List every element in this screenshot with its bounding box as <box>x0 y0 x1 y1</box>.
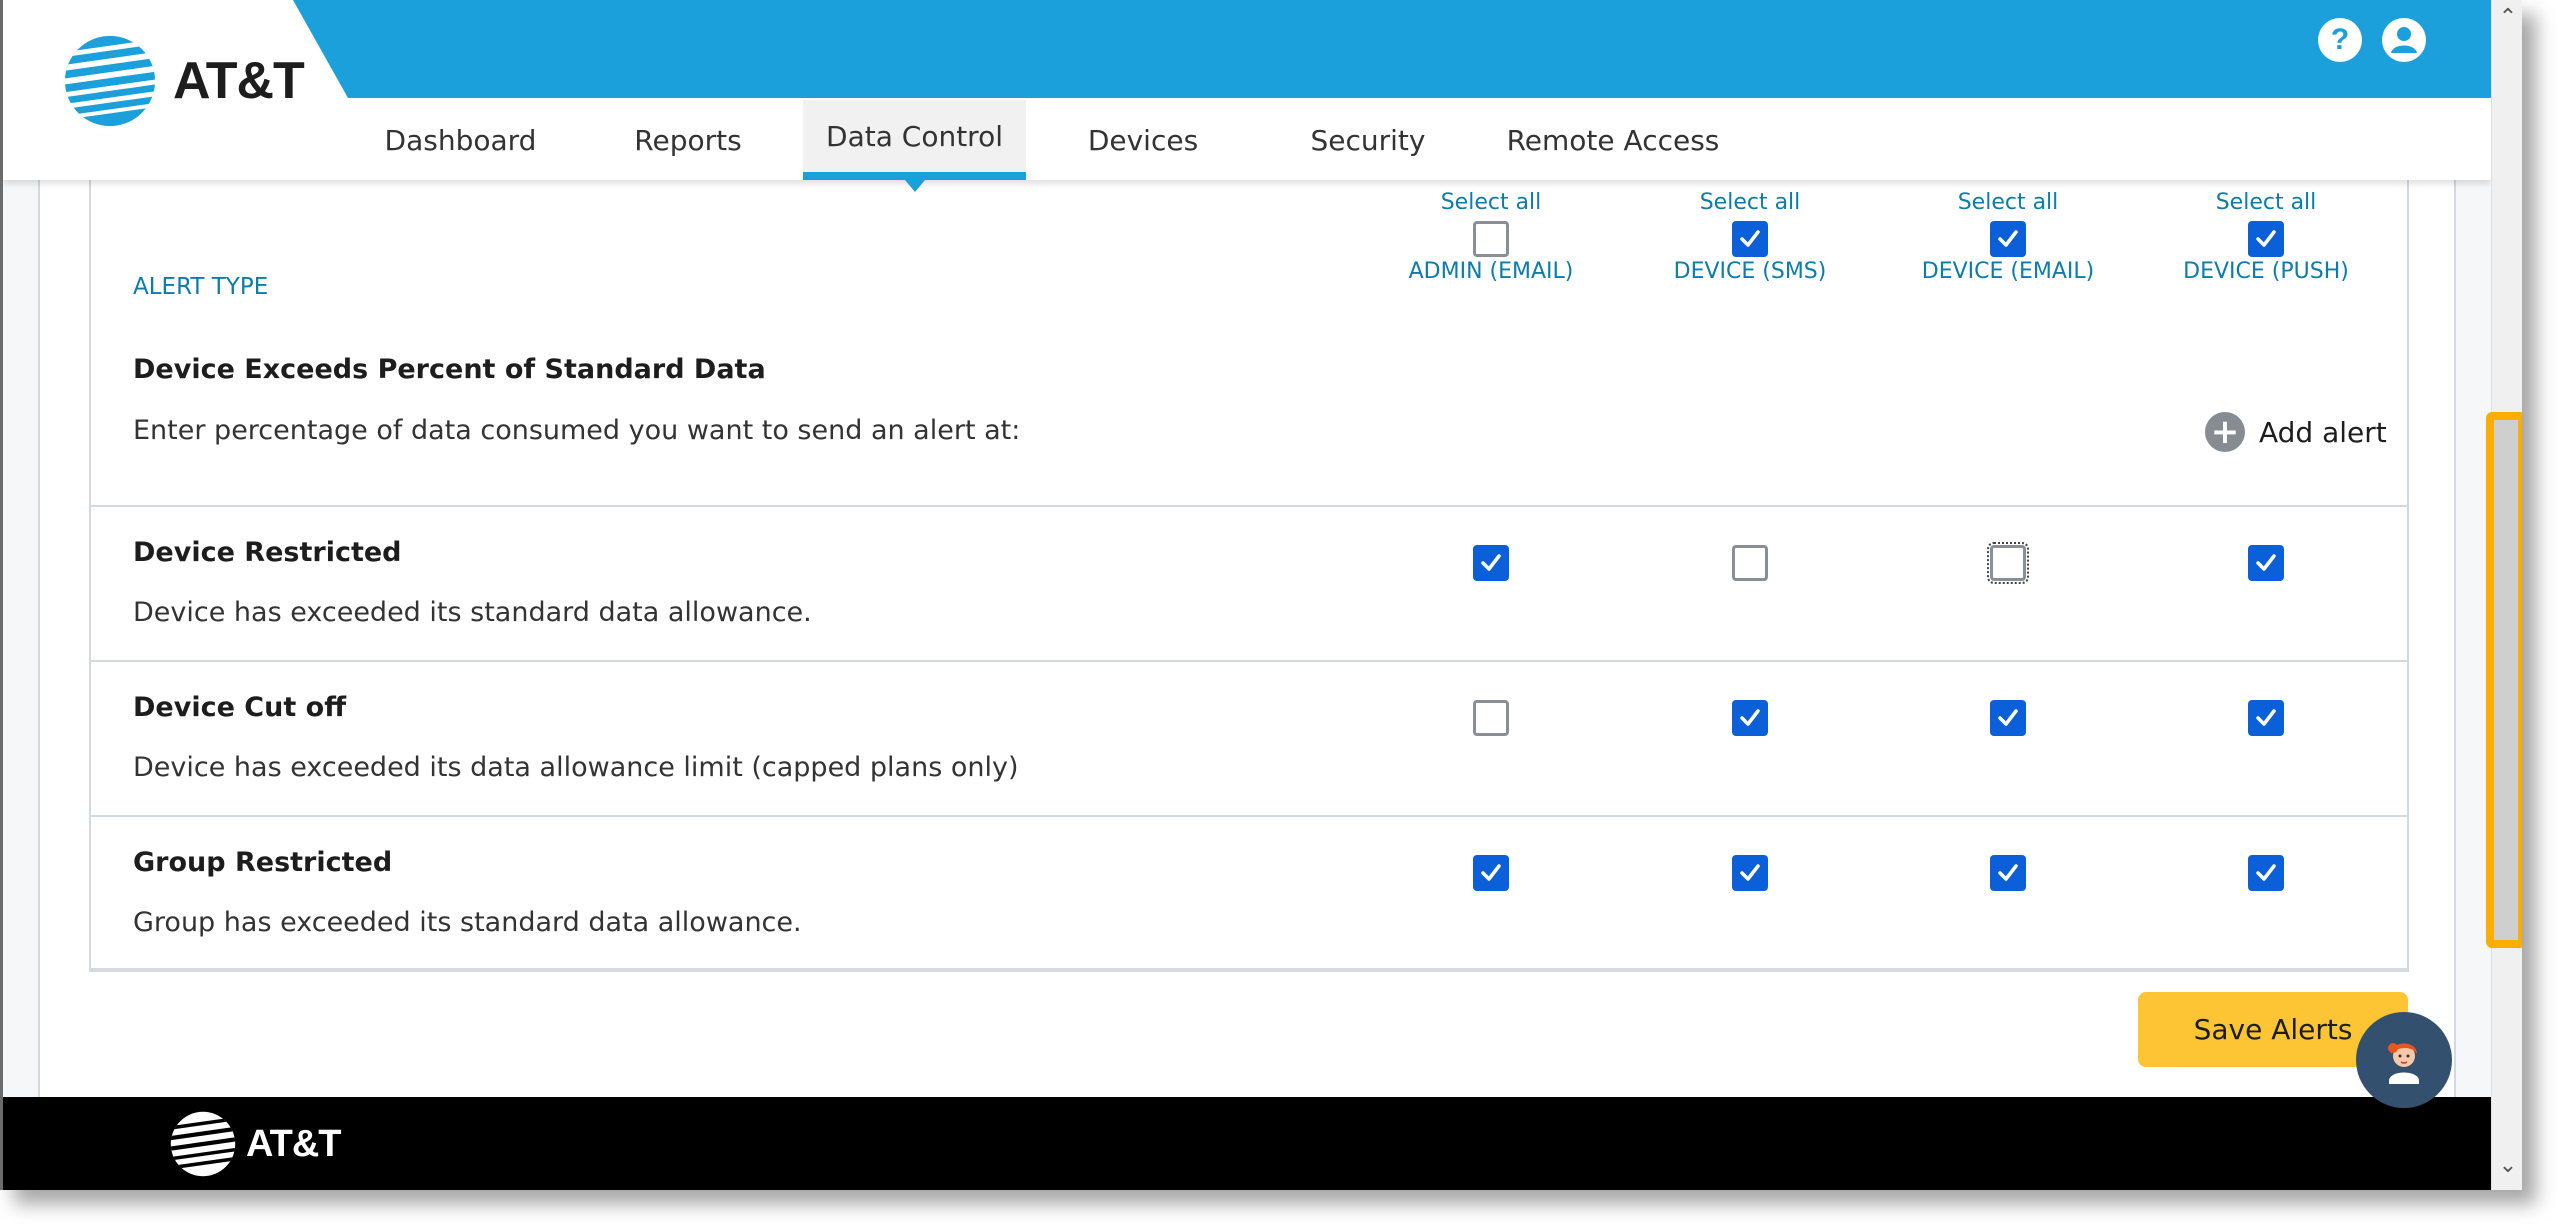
account-icon[interactable] <box>2382 18 2426 62</box>
alert-row-title: Device Cut off <box>133 692 347 723</box>
checkmark-icon <box>2256 554 2276 571</box>
checkmark-icon <box>2256 864 2276 881</box>
chat-assistant-avatar-icon <box>2388 1043 2419 1084</box>
alert-checkbox-device-email[interactable] <box>1987 542 2029 584</box>
site-header: AT&T ? Dashboard Reports Data Control De… <box>3 0 2491 192</box>
checkmark-icon <box>1998 230 2018 247</box>
percent-alert-title: Device Exceeds Percent of Standard Data <box>133 354 766 385</box>
column-label: DEVICE (PUSH) <box>2183 259 2349 284</box>
percent-alert-description: Enter percentage of data consumed you wa… <box>133 415 1021 446</box>
column-header-device-push: Select all DEVICE (PUSH) <box>2146 190 2386 284</box>
tab-security[interactable]: Security <box>1293 100 1443 180</box>
column-label: DEVICE (EMAIL) <box>1921 259 2095 284</box>
select-all-checkbox-device-push[interactable] <box>2248 221 2284 257</box>
alert-checkbox-admin-email[interactable] <box>1473 545 1509 581</box>
select-all-checkbox-admin-email[interactable] <box>1473 221 1509 257</box>
header-utility-icons: ? <box>2318 18 2426 62</box>
select-all-checkbox-device-email[interactable] <box>1990 221 2026 257</box>
alert-checkbox-device-push[interactable] <box>2248 855 2284 891</box>
footer-att-logo[interactable]: AT&T <box>168 1109 341 1179</box>
alert-row-description: Group has exceeded its standard data all… <box>133 907 802 938</box>
select-all-link[interactable]: Select all <box>1371 190 1611 215</box>
alert-checkbox-device-sms[interactable] <box>1732 545 1768 581</box>
checkmark-icon <box>1740 864 1760 881</box>
tab-label: Dashboard <box>384 123 537 157</box>
column-label: DEVICE (SMS) <box>1673 259 1827 284</box>
scroll-down-arrow-icon[interactable]: ⌄ <box>2492 1150 2522 1180</box>
user-silhouette-icon <box>2391 27 2417 53</box>
add-alert-label: Add alert <box>2259 415 2387 449</box>
footer-brand-name: AT&T <box>246 1122 341 1165</box>
help-icon[interactable]: ? <box>2318 18 2362 62</box>
checkmark-icon <box>1998 864 2018 881</box>
tab-label: Remote Access <box>1506 123 1720 157</box>
alert-row-title: Device Restricted <box>133 537 402 568</box>
tab-devices[interactable]: Devices <box>1068 100 1218 180</box>
column-label: ADMIN (EMAIL) <box>1408 259 1574 284</box>
column-header-device-email: Select all DEVICE (EMAIL) <box>1888 190 2128 284</box>
select-all-checkbox-device-sms[interactable] <box>1732 221 1768 257</box>
alert-row-device-restricted: Device Restricted Device has exceeded it… <box>91 505 2407 660</box>
alert-row-title: Group Restricted <box>133 847 393 878</box>
site-footer: AT&T <box>3 1097 2491 1190</box>
tab-remote-access[interactable]: Remote Access <box>1503 100 1723 180</box>
tab-label: Reports <box>634 123 742 157</box>
alert-checkbox-device-email[interactable] <box>1990 700 2026 736</box>
column-header-admin-email: Select all ADMIN (EMAIL) <box>1371 190 1611 284</box>
select-all-link[interactable]: Select all <box>1888 190 2128 215</box>
checkmark-icon <box>1481 554 1501 571</box>
chat-assistant-button[interactable] <box>2356 1012 2452 1108</box>
plus-circle-icon: + <box>2205 412 2245 452</box>
tab-dashboard[interactable]: Dashboard <box>378 100 543 180</box>
alert-type-heading: ALERT TYPE <box>133 274 269 300</box>
alert-row-description: Device has exceeded its data allowance l… <box>133 752 1019 783</box>
header-blue-band <box>293 0 2491 98</box>
tab-label: Security <box>1310 123 1426 157</box>
scrollbar-thumb[interactable] <box>2486 412 2522 948</box>
column-header-device-sms: Select all DEVICE (SMS) <box>1630 190 1870 284</box>
checkmark-icon <box>1998 709 2018 726</box>
tab-label: Data Control <box>826 119 1003 153</box>
checkmark-icon <box>1740 709 1760 726</box>
alert-checkbox-device-sms[interactable] <box>1732 855 1768 891</box>
tab-reports[interactable]: Reports <box>613 100 763 180</box>
scroll-up-arrow-icon[interactable]: ⌃ <box>2492 2 2522 32</box>
checkmark-icon <box>2256 230 2276 247</box>
alert-checkbox-device-push[interactable] <box>2248 545 2284 581</box>
main-nav: Dashboard Reports Data Control Devices S… <box>3 100 2491 192</box>
help-glyph: ? <box>2330 23 2350 56</box>
tab-label: Devices <box>1087 123 1199 157</box>
select-all-link[interactable]: Select all <box>2146 190 2386 215</box>
alert-row-device-cut-off: Device Cut off Device has exceeded its d… <box>91 660 2407 815</box>
add-alert-button[interactable]: + Add alert <box>2205 412 2387 452</box>
alert-row-description: Device has exceeded its standard data al… <box>133 597 812 628</box>
checkmark-icon <box>2256 709 2276 726</box>
alert-checkbox-admin-email[interactable] <box>1473 855 1509 891</box>
att-globe-icon <box>170 1111 236 1177</box>
browser-window: AT&T ? Dashboard Reports Data Control De… <box>0 0 2522 1190</box>
select-all-link[interactable]: Select all <box>1630 190 1870 215</box>
alert-checkbox-device-sms[interactable] <box>1732 700 1768 736</box>
alert-checkbox-admin-email[interactable] <box>1473 700 1509 736</box>
checkmark-icon <box>1740 230 1760 247</box>
alert-checkbox-device-email[interactable] <box>1990 855 2026 891</box>
vertical-scrollbar[interactable]: ⌃ ⌄ <box>2486 0 2522 1190</box>
tab-data-control[interactable]: Data Control <box>803 100 1026 192</box>
alert-row-group-restricted: Group Restricted Group has exceeded its … <box>91 815 2407 970</box>
checkmark-icon <box>1481 864 1501 881</box>
alert-checkbox-device-push[interactable] <box>2248 700 2284 736</box>
